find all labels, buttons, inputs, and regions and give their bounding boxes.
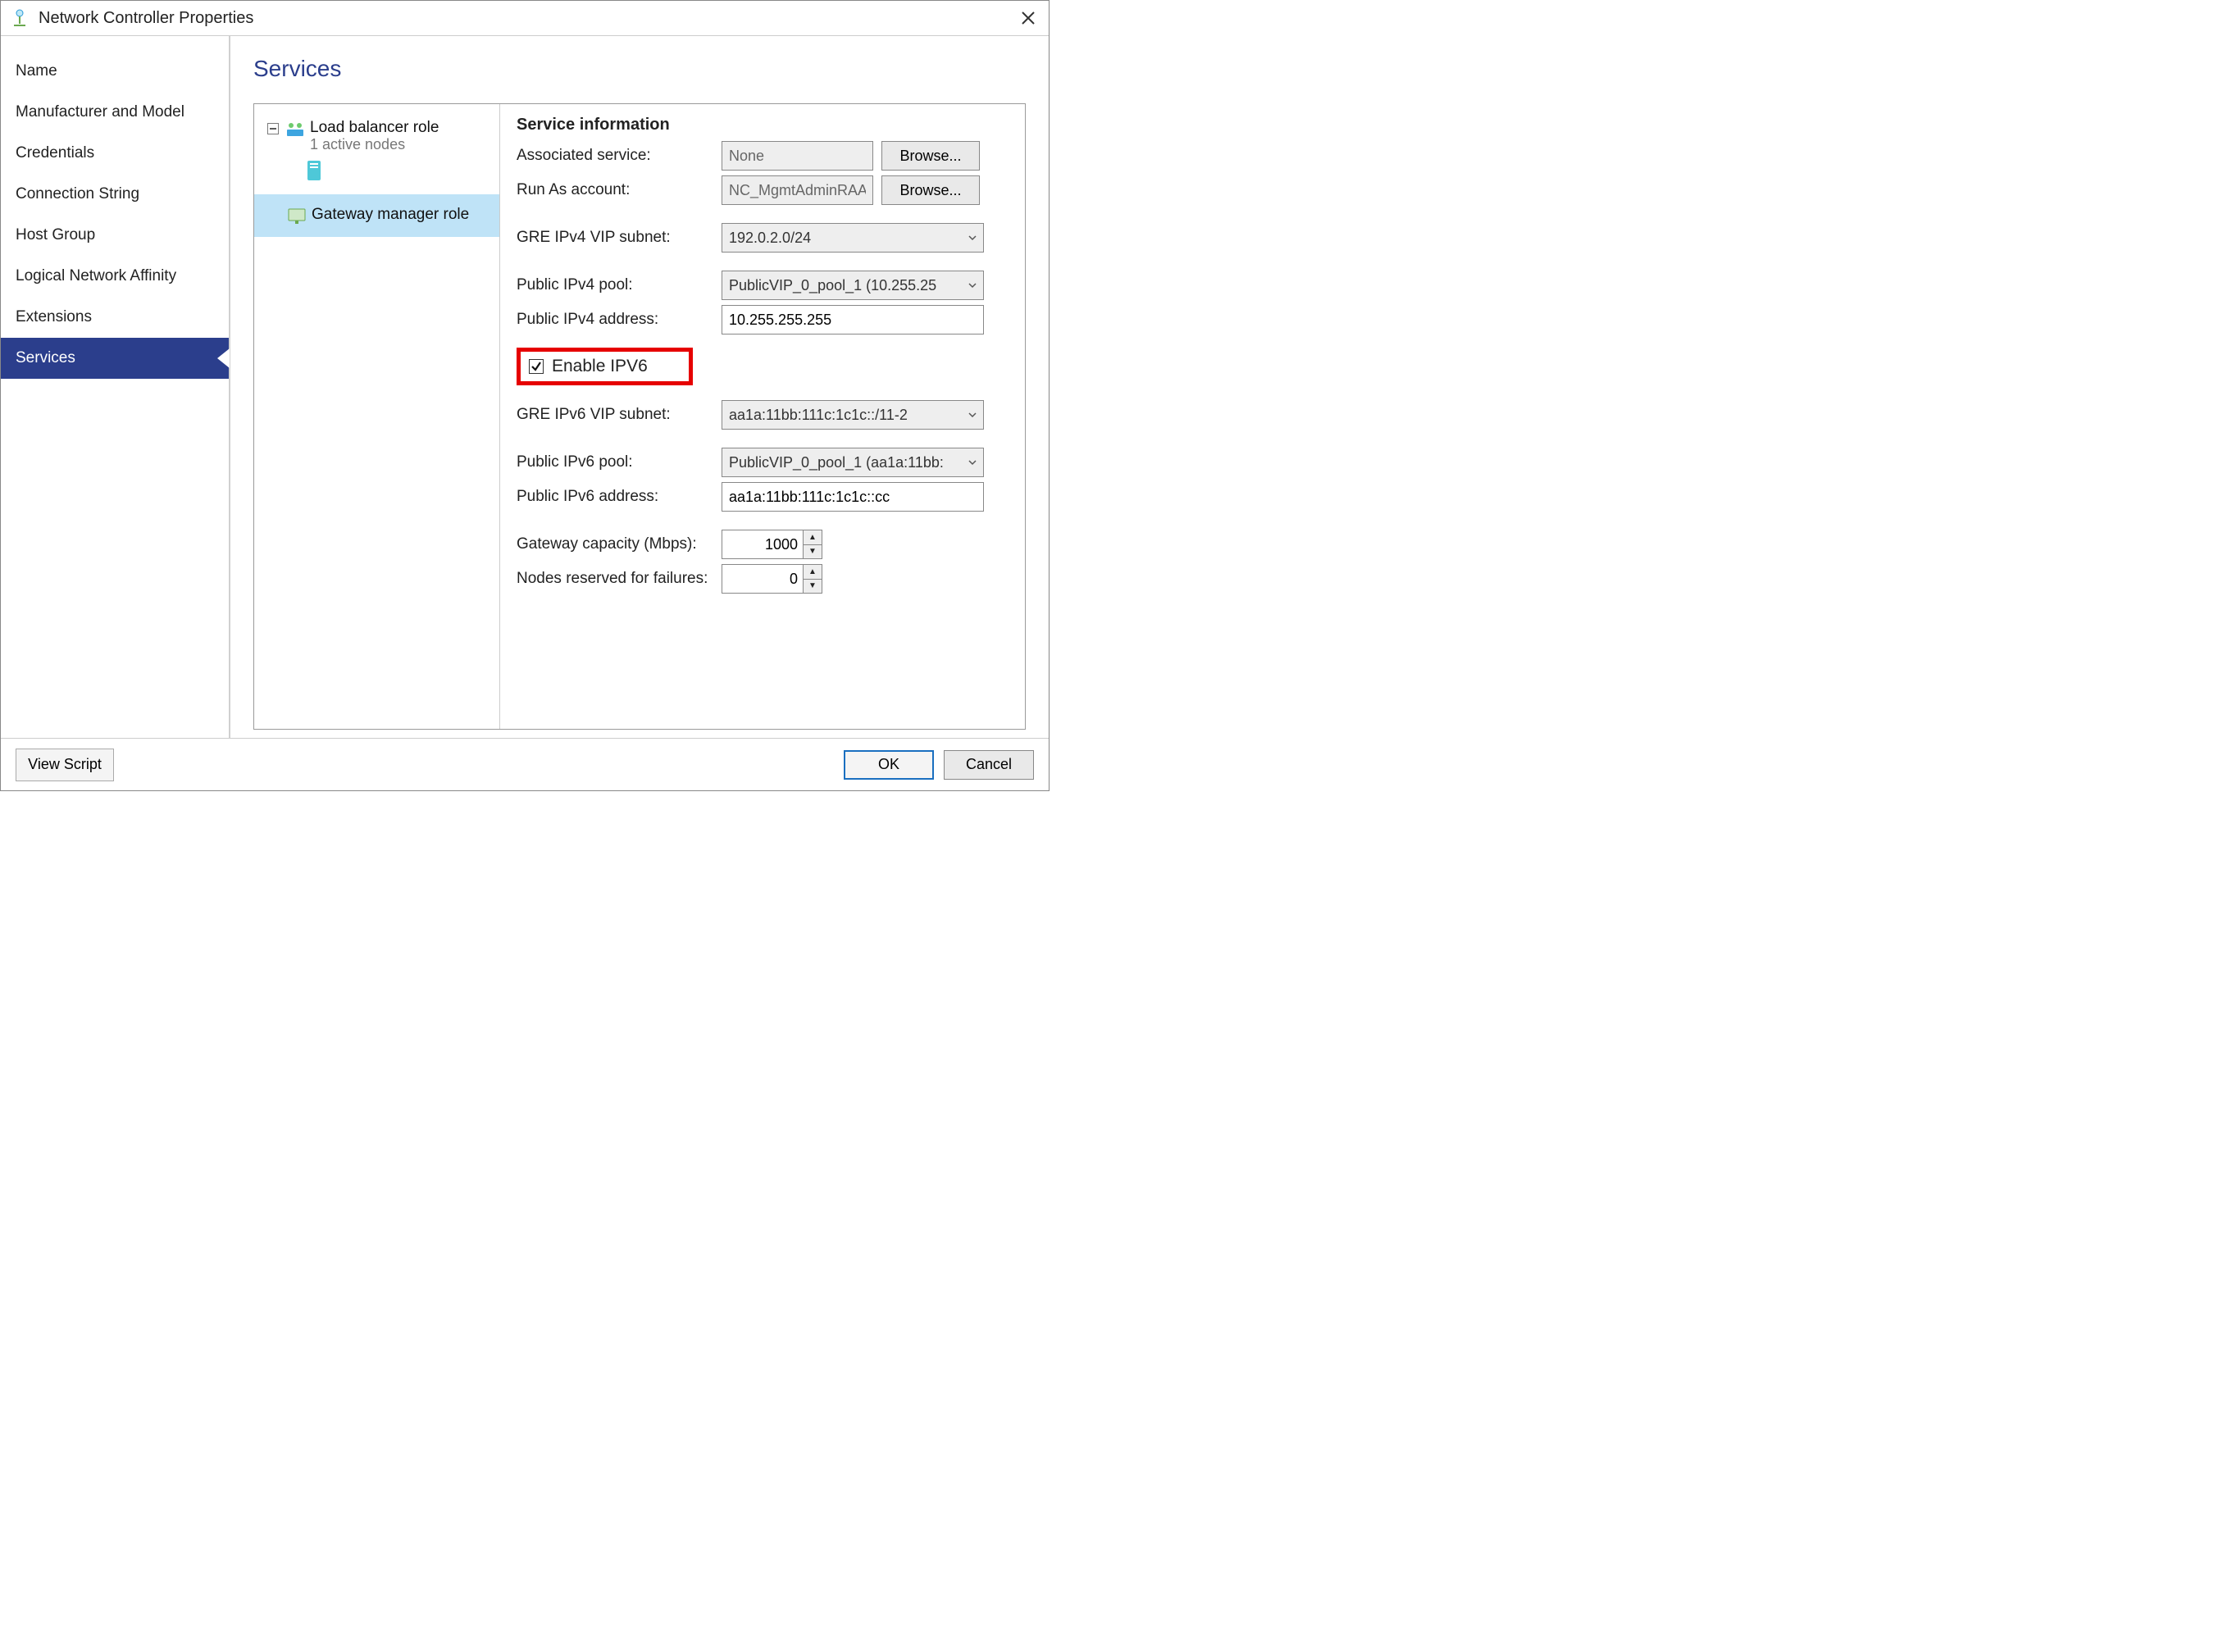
public-ipv4-address-label: Public IPv4 address:: [517, 311, 722, 329]
gateway-capacity-input[interactable]: [722, 530, 804, 559]
public-ipv6-address-label: Public IPv6 address:: [517, 488, 722, 506]
public-ipv4-pool-value: PublicVIP_0_pool_1 (10.255.25: [729, 277, 936, 294]
gateway-capacity-label: Gateway capacity (Mbps):: [517, 535, 722, 553]
gre-ipv6-subnet-value: aa1a:11bb:111c:1c1c::/11-2: [729, 407, 908, 424]
window-title: Network Controller Properties: [39, 9, 253, 28]
gre-ipv6-subnet-label: GRE IPv6 VIP subnet:: [517, 406, 722, 424]
nodes-reserved-spinner[interactable]: ▲ ▼: [722, 564, 822, 594]
public-ipv6-address-input[interactable]: [722, 482, 984, 512]
dialog-window: Network Controller Properties Name Manuf…: [0, 0, 1050, 791]
public-ipv6-pool-combo[interactable]: PublicVIP_0_pool_1 (aa1a:11bb:: [722, 448, 984, 477]
public-ipv4-address-input[interactable]: [722, 305, 984, 334]
load-balancer-icon: [285, 119, 305, 139]
public-ipv6-pool-label: Public IPv6 pool:: [517, 453, 722, 471]
gre-ipv4-subnet-value: 192.0.2.0/24: [729, 230, 811, 247]
public-ipv6-pool-value: PublicVIP_0_pool_1 (aa1a:11bb:: [729, 454, 944, 471]
gateway-capacity-spinner[interactable]: ▲ ▼: [722, 530, 822, 559]
sidebar-item-host-group[interactable]: Host Group: [1, 215, 229, 256]
chevron-down-icon: [968, 412, 977, 418]
tree-collapse-icon[interactable]: [267, 123, 279, 134]
public-ipv4-pool-combo[interactable]: PublicVIP_0_pool_1 (10.255.25: [722, 271, 984, 300]
sidebar-item-manufacturer-model[interactable]: Manufacturer and Model: [1, 92, 229, 133]
gre-ipv6-subnet-combo[interactable]: aa1a:11bb:111c:1c1c::/11-2: [722, 400, 984, 430]
sidebar-item-services[interactable]: Services: [1, 338, 229, 379]
public-ipv4-pool-label: Public IPv4 pool:: [517, 276, 722, 294]
runas-account-label: Run As account:: [517, 181, 722, 199]
services-panel: Load balancer role 1 active nodes: [253, 103, 1026, 730]
page-heading: Services: [253, 56, 1026, 82]
ok-button[interactable]: OK: [844, 750, 934, 780]
nodes-reserved-label: Nodes reserved for failures:: [517, 570, 722, 588]
chevron-down-icon: [968, 283, 977, 289]
service-detail: Service information Associated service: …: [500, 104, 1025, 729]
titlebar: Network Controller Properties: [1, 1, 1049, 35]
chevron-down-icon: [968, 460, 977, 466]
tree-node-label: Gateway manager role: [312, 206, 469, 224]
cancel-button[interactable]: Cancel: [944, 750, 1034, 780]
sidebar-item-credentials[interactable]: Credentials: [1, 133, 229, 174]
tree-node-gateway-manager[interactable]: Gateway manager role: [254, 194, 499, 237]
gre-ipv4-subnet-label: GRE IPv4 VIP subnet:: [517, 229, 722, 247]
enable-ipv6-highlight: Enable IPV6: [517, 348, 693, 385]
sidebar-item-extensions[interactable]: Extensions: [1, 297, 229, 338]
tree-node-load-balancer[interactable]: Load balancer role 1 active nodes: [254, 116, 499, 155]
browse-runas-button[interactable]: Browse...: [881, 175, 980, 205]
associated-service-label: Associated service:: [517, 147, 722, 165]
associated-service-input[interactable]: [722, 141, 873, 171]
view-script-button[interactable]: View Script: [16, 749, 114, 781]
main-area: Services: [230, 36, 1049, 738]
nodes-reserved-input[interactable]: [722, 564, 804, 594]
close-button[interactable]: [1016, 11, 1040, 25]
runas-account-input[interactable]: [722, 175, 873, 205]
dialog-footer: View Script OK Cancel: [1, 738, 1049, 790]
spin-down-icon[interactable]: ▼: [804, 545, 822, 559]
browse-associated-service-button[interactable]: Browse...: [881, 141, 980, 171]
sidebar-item-logical-network-affinity[interactable]: Logical Network Affinity: [1, 256, 229, 297]
section-title: Service information: [517, 116, 1010, 134]
spin-up-icon[interactable]: ▲: [804, 565, 822, 580]
services-tree: Load balancer role 1 active nodes: [254, 104, 500, 729]
enable-ipv6-label: Enable IPV6: [552, 357, 648, 376]
gre-ipv4-subnet-combo[interactable]: 192.0.2.0/24: [722, 223, 984, 253]
server-icon: [307, 160, 499, 181]
sidebar-item-connection-string[interactable]: Connection String: [1, 174, 229, 215]
spin-down-icon[interactable]: ▼: [804, 580, 822, 594]
tree-node-label: Load balancer role: [310, 119, 439, 137]
enable-ipv6-checkbox[interactable]: [529, 359, 544, 374]
app-icon: [9, 7, 30, 29]
chevron-down-icon: [968, 235, 977, 241]
tree-child-server[interactable]: [254, 155, 499, 186]
dialog-body: Name Manufacturer and Model Credentials …: [1, 35, 1049, 738]
gateway-role-icon: [287, 206, 307, 225]
sidebar-item-name[interactable]: Name: [1, 51, 229, 92]
spin-up-icon[interactable]: ▲: [804, 530, 822, 545]
sidebar: Name Manufacturer and Model Credentials …: [1, 36, 230, 738]
tree-node-subtitle: 1 active nodes: [310, 136, 439, 153]
